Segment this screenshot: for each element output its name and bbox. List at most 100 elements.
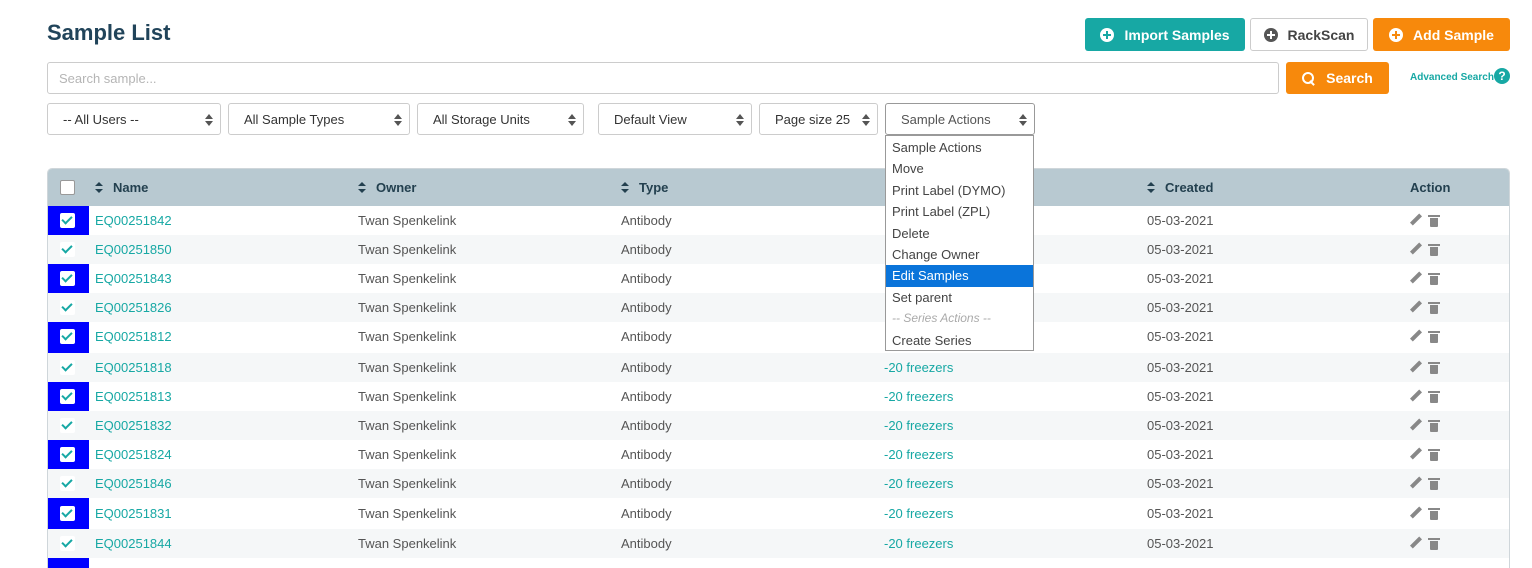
row-checkbox[interactable] [60,506,75,521]
storage-link[interactable]: -20 freezers [884,382,953,411]
menu-item-edit-samples[interactable]: Edit Samples [886,265,1033,287]
sample-name-link[interactable]: EQ00251813 [95,382,172,411]
menu-item-sample-actions[interactable]: Sample Actions [886,137,1033,158]
column-header-type[interactable]: Type [621,169,668,206]
row-checkbox[interactable] [60,476,75,491]
row-checkbox[interactable] [60,360,75,375]
menu-item-create-series[interactable]: Create Series [886,330,1033,351]
menu-item-set-parent[interactable]: Set parent [886,287,1033,308]
pencil-icon[interactable] [1410,361,1422,373]
pencil-icon[interactable] [1410,330,1422,342]
column-header-created[interactable]: Created [1147,169,1213,206]
trash-icon[interactable] [1428,272,1440,285]
table-row: EQ00251813 Twan Spenkelink Antibody -20 … [48,382,1509,411]
page-size-select[interactable]: Page size 25 [759,103,878,135]
storage-link[interactable]: -20 freezers [884,469,953,498]
row-checkbox[interactable] [60,329,75,344]
pencil-icon[interactable] [1410,390,1422,402]
owner-cell: Twan Spenkelink [358,271,457,286]
created-cell: 05-03-2021 [1147,329,1214,344]
sample-name-link[interactable]: EQ00251842 [95,206,172,235]
add-sample-button[interactable]: Add Sample [1373,18,1510,51]
sample-name-link[interactable]: EQ00251850 [95,235,172,264]
sample-name-link[interactable]: EQ00251824 [95,440,172,469]
users-select[interactable]: -- All Users -- [47,103,221,135]
sample-name-link[interactable]: EQ00251832 [95,411,172,440]
trash-icon[interactable] [1428,419,1440,432]
row-checkbox[interactable] [60,242,75,257]
import-samples-button[interactable]: Import Samples [1085,18,1245,51]
sample-name-link[interactable]: EQ00251844 [95,529,172,558]
trash-icon[interactable] [1428,390,1440,403]
row-checkbox[interactable] [60,418,75,433]
trash-icon[interactable] [1428,477,1440,490]
trash-icon[interactable] [1428,301,1440,314]
sample-name-link[interactable]: EQ00251818 [95,353,172,382]
pencil-icon[interactable] [1410,243,1422,255]
table-row: EQ00251846 Twan Spenkelink Antibody -20 … [48,469,1509,498]
sample-name-link[interactable]: EQ00251843 [95,264,172,293]
storage-link[interactable]: -20 freezers [884,440,953,469]
trash-icon[interactable] [1428,214,1440,227]
menu-item-print-label-dymo[interactable]: Print Label (DYMO) [886,180,1033,201]
table-row: EQ00251844 Twan Spenkelink Antibody -20 … [48,529,1509,558]
pencil-icon[interactable] [1410,272,1422,284]
trash-icon[interactable] [1428,448,1440,461]
menu-item-delete[interactable]: Delete [886,223,1033,244]
trash-icon[interactable] [1428,537,1440,550]
created-cell: 05-03-2021 [1147,213,1214,228]
menu-item-change-owner[interactable]: Change Owner [886,244,1033,265]
table-row: EQ00251850 Twan Spenkelink Antibody 05-0… [48,235,1509,264]
owner-cell: Twan Spenkelink [358,389,457,404]
search-button[interactable]: Search [1286,62,1389,94]
select-arrows-icon [736,114,744,126]
storage-link[interactable]: -20 freezers [884,411,953,440]
created-cell: 05-03-2021 [1147,389,1214,404]
trash-icon[interactable] [1428,243,1440,256]
storage-units-select-value: All Storage Units [433,111,530,127]
row-checkbox[interactable] [60,271,75,286]
row-checkbox[interactable] [60,300,75,315]
owner-cell: Twan Spenkelink [358,536,457,551]
row-checkbox[interactable] [60,389,75,404]
storage-units-select[interactable]: All Storage Units [417,103,584,135]
column-header-action: Action [1410,169,1450,206]
rackscan-button[interactable]: RackScan [1250,18,1368,51]
select-arrows-icon [862,114,870,126]
column-header-owner[interactable]: Owner [358,169,416,206]
sample-name-link[interactable]: EQ00251826 [95,293,172,322]
select-arrows-icon [394,114,402,126]
search-input[interactable] [47,62,1279,94]
pencil-icon[interactable] [1410,507,1422,519]
pencil-icon[interactable] [1410,214,1422,226]
select-all-checkbox[interactable] [60,180,75,195]
pencil-icon[interactable] [1410,477,1422,489]
storage-link[interactable]: -20 freezers [884,529,953,558]
row-checkbox[interactable] [60,447,75,462]
column-header-name[interactable]: Name [95,169,148,206]
sample-name-link[interactable]: EQ00251831 [95,499,172,528]
storage-link[interactable]: -20 freezers [884,353,953,382]
created-cell: 05-03-2021 [1147,506,1214,521]
sample-name-link[interactable]: EQ00251846 [95,469,172,498]
pencil-icon[interactable] [1410,537,1422,549]
storage-link[interactable]: -20 freezers [884,499,953,528]
trash-icon[interactable] [1428,330,1440,343]
help-icon[interactable]: ? [1494,68,1510,84]
advanced-search-link[interactable]: Advanced Search [1410,72,1494,83]
trash-icon[interactable] [1428,361,1440,374]
pencil-icon[interactable] [1410,448,1422,460]
menu-group-series-actions: -- Series Actions -- [892,311,991,326]
sample-actions-select[interactable]: Sample Actions [885,103,1035,135]
trash-icon[interactable] [1428,507,1440,520]
row-checkbox[interactable] [60,213,75,228]
pencil-icon[interactable] [1410,301,1422,313]
menu-item-print-label-zpl[interactable]: Print Label (ZPL) [886,201,1033,222]
view-select[interactable]: Default View [598,103,752,135]
import-samples-label: Import Samples [1124,26,1230,43]
sample-types-select[interactable]: All Sample Types [228,103,410,135]
menu-item-move[interactable]: Move [886,158,1033,179]
pencil-icon[interactable] [1410,419,1422,431]
row-checkbox[interactable] [60,536,75,551]
sample-name-link[interactable]: EQ00251812 [95,322,172,351]
